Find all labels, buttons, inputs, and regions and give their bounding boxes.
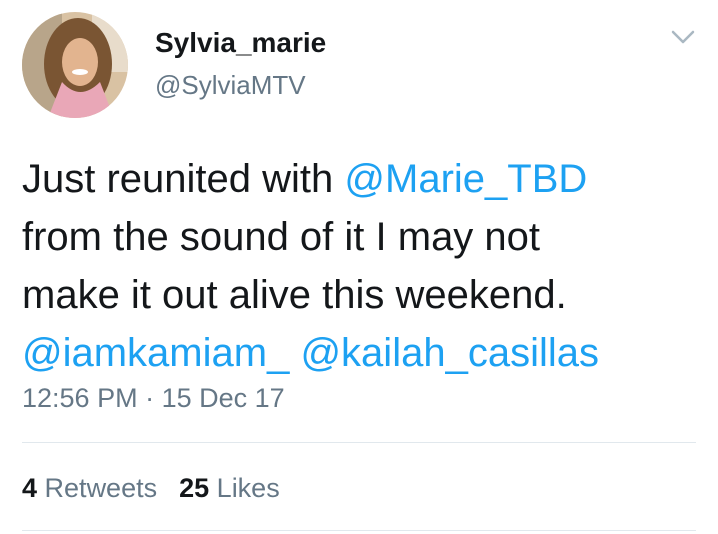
display-name[interactable]: Sylvia_marie	[155, 27, 326, 59]
likes-stat[interactable]: 25 Likes	[179, 473, 280, 504]
divider	[22, 442, 696, 443]
tweet-date: 15 Dec 17	[161, 383, 285, 413]
mention-link[interactable]: @kailah_casillas	[300, 331, 599, 375]
user-handle[interactable]: @SylviaMTV	[155, 70, 306, 101]
divider	[22, 530, 696, 531]
tweet-text-segment: Just reunited with	[22, 157, 345, 201]
mention-link[interactable]: @iamkamiam_	[22, 331, 289, 375]
retweets-label: Retweets	[44, 473, 158, 503]
retweets-stat[interactable]: 4 Retweets	[22, 473, 157, 504]
tweet-line-2: from the sound of it I may not	[22, 215, 541, 259]
likes-count: 25	[179, 473, 210, 503]
avatar[interactable]	[22, 12, 128, 118]
tweet-line-4: @iamkamiam_ @kailah_casillas	[22, 324, 702, 382]
retweets-count: 4	[22, 473, 38, 503]
likes-label: Likes	[216, 473, 280, 503]
tweet-stats: 4 Retweets 25 Likes	[22, 473, 302, 504]
tweet-time: 12:56 PM	[22, 383, 138, 413]
tweet-text: Just reunited with @Marie_TBD from the s…	[22, 150, 702, 382]
mention-link[interactable]: @Marie_TBD	[344, 157, 587, 201]
tweet-line-3: make it out alive this weekend.	[22, 273, 567, 317]
chevron-down-icon[interactable]	[668, 24, 698, 50]
meta-separator: ·	[137, 383, 162, 413]
tweet-timestamp[interactable]: 12:56 PM · 15 Dec 17	[22, 383, 285, 414]
tweet-line-1: Just reunited with @Marie_TBD	[22, 150, 702, 208]
